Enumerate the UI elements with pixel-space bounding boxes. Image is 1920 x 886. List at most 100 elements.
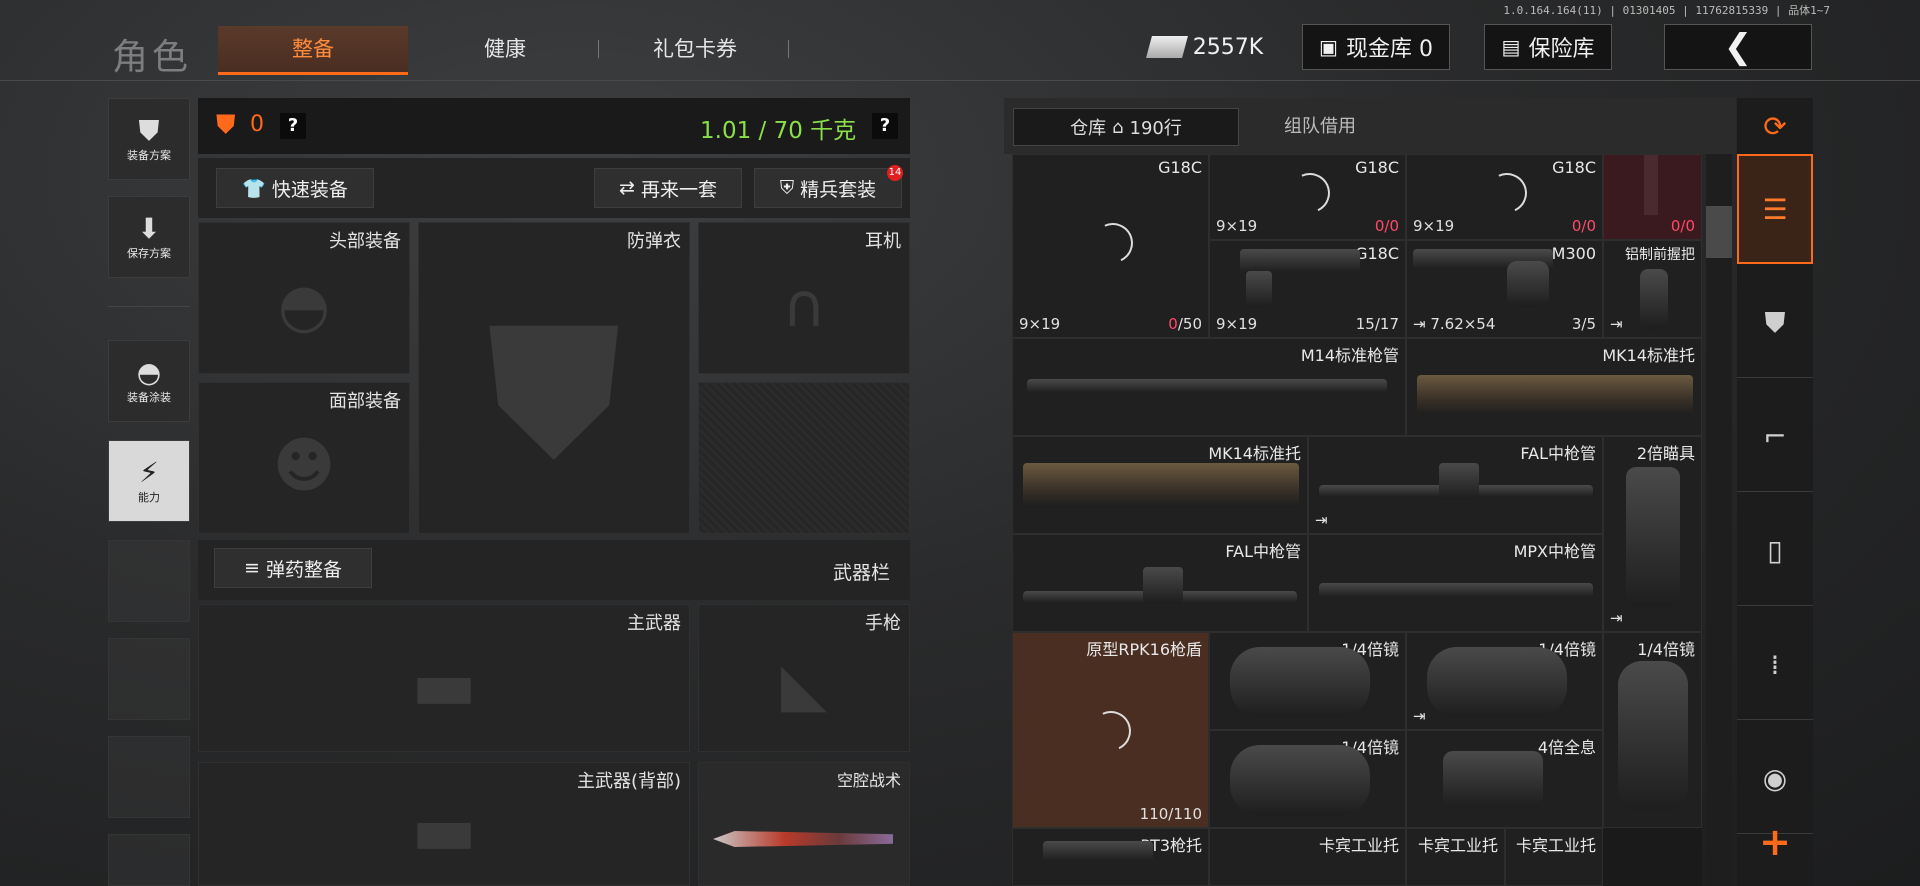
- pistol-label: 手枪: [865, 613, 901, 634]
- item-ammo: 0/0: [1374, 217, 1399, 235]
- loadout-plan-button[interactable]: ⛊ 装备方案: [108, 98, 190, 180]
- magazine-icon[interactable]: ▯: [1737, 496, 1813, 606]
- stash-item[interactable]: 1/4倍镜: [1209, 730, 1406, 828]
- stash-item[interactable]: M14标准枪管: [1012, 338, 1406, 436]
- stash-item[interactable]: G18C 9×19 0/0: [1209, 154, 1406, 240]
- stock-icon: [1043, 841, 1153, 861]
- loading-icon: [1085, 705, 1137, 757]
- scope-icon: [1230, 647, 1370, 717]
- stash-item[interactable]: 卡宾工业托: [1505, 828, 1603, 886]
- armor-icon[interactable]: ⛊: [1737, 268, 1813, 378]
- item-ammo: 0/0: [1670, 217, 1695, 235]
- tab-team-borrow[interactable]: 组队借用: [1240, 108, 1400, 146]
- stash-item[interactable]: 2倍瞄具 ⇥: [1603, 436, 1702, 632]
- vest-slot-label: 防弹衣: [627, 231, 681, 252]
- item-ammo: 0/50: [1168, 315, 1202, 333]
- ammo-prep-button[interactable]: ≡ 弹药整备: [214, 548, 372, 588]
- headset-placeholder-icon: ∩: [782, 270, 826, 341]
- stash-item[interactable]: G18C 9×19 0/0: [1406, 154, 1603, 240]
- help-icon[interactable]: ?: [280, 113, 306, 139]
- cash-vault-button[interactable]: ▣ 现金库 0: [1302, 24, 1450, 70]
- stash-item[interactable]: 卡宾工业托: [1406, 828, 1505, 886]
- save-plan-button[interactable]: ⬇ 保存方案: [108, 196, 190, 278]
- stash-item[interactable]: FAL中枪管: [1012, 534, 1308, 632]
- skin-button[interactable]: ◓ 装备涂装: [108, 340, 190, 422]
- barrel-icon: [1027, 379, 1387, 393]
- safe-button[interactable]: ▤ 保险库: [1484, 24, 1612, 70]
- item-name: FAL中枪管: [1520, 444, 1596, 463]
- stash-item[interactable]: 0/0: [1603, 154, 1702, 240]
- pistol-placeholder-icon: ◣: [780, 650, 828, 721]
- quick-equip-button[interactable]: 👕 快速装备: [216, 168, 374, 208]
- item-count: 15/17: [1355, 315, 1399, 333]
- save-plan-label: 保存方案: [127, 247, 171, 260]
- pistol-slot[interactable]: 手枪 ◣: [698, 604, 910, 752]
- item-name: G18C: [1355, 158, 1399, 177]
- add-button[interactable]: +: [1737, 812, 1813, 872]
- tab-divider: [788, 40, 789, 58]
- stash-item[interactable]: G18C 9×19 0/50: [1012, 154, 1209, 338]
- pistol-grip-icon: [1246, 271, 1272, 307]
- rifle-icon[interactable]: ⌐: [1737, 382, 1813, 492]
- stash-item[interactable]: 原型RPK16枪盾 110/110: [1012, 632, 1209, 828]
- back-weapon-slot[interactable]: 主武器(背部) ▬: [198, 762, 690, 886]
- handguard-icon: [1023, 463, 1299, 507]
- shirt-icon: 👕: [242, 177, 266, 200]
- ammo-icon[interactable]: ⁞: [1737, 610, 1813, 720]
- scope-icon: [1427, 647, 1567, 717]
- stash-item[interactable]: M300 ⇥ 7.62×54 3/5: [1406, 240, 1603, 338]
- item-caliber: 9×19: [1413, 217, 1455, 235]
- stash-item[interactable]: MK14标准托: [1012, 436, 1308, 534]
- scrollbar-thumb[interactable]: [1706, 206, 1732, 258]
- armor-icon: ⛊: [216, 110, 236, 140]
- item-name: G18C: [1552, 158, 1596, 177]
- tab-gift-cards[interactable]: 礼包卡券: [600, 26, 790, 72]
- stash-item[interactable]: 1/4倍镜: [1209, 632, 1406, 730]
- item-name: 铝制前握把: [1625, 247, 1695, 263]
- stash-item[interactable]: 铝制前握把 ⇥: [1603, 240, 1702, 338]
- pistol-icon: [1240, 249, 1360, 273]
- download-icon: ⬇: [137, 212, 161, 245]
- weapon-icon: [1644, 155, 1658, 215]
- header-divider: [0, 80, 1920, 81]
- tab-equip[interactable]: 整备: [218, 26, 408, 75]
- item-name: G18C: [1355, 244, 1399, 263]
- empty-slot: [108, 834, 190, 886]
- face-slot[interactable]: 面部装备 ☻: [198, 382, 410, 534]
- stash-item[interactable]: 1/4倍镜 ⇥: [1406, 632, 1603, 730]
- stash-item[interactable]: FAL中枪管 ⇥: [1308, 436, 1603, 534]
- grip-icon: [1640, 269, 1668, 329]
- head-slot[interactable]: 头部装备 ◓: [198, 222, 410, 374]
- stash-item[interactable]: MPX中枪管: [1308, 534, 1603, 632]
- help-icon[interactable]: ?: [872, 113, 898, 139]
- safe-label: 保险库: [1528, 37, 1595, 62]
- stash-scrollbar[interactable]: [1706, 154, 1732, 886]
- item-name: M14标准枪管: [1300, 346, 1399, 365]
- stash-item[interactable]: G18C 9×19 15/17: [1209, 240, 1406, 338]
- stash-item[interactable]: 1/4倍镜: [1603, 632, 1702, 828]
- back-button[interactable]: ❮: [1664, 24, 1812, 70]
- stash-item[interactable]: 卡宾工业托: [1209, 828, 1406, 886]
- vest-placeholder-icon: ⛊: [486, 288, 622, 497]
- item-name: 原型RPK16枪盾: [1086, 640, 1202, 659]
- stash-item[interactable]: 4倍全息: [1406, 730, 1603, 828]
- item-caliber: 9×19: [1216, 315, 1258, 333]
- elite-kit-button[interactable]: ⛨ 精兵套装: [754, 168, 902, 208]
- tab-warehouse[interactable]: 仓库 ⌂ 190行: [1013, 108, 1239, 146]
- lightning-icon: ⚡: [139, 456, 159, 489]
- primary-weapon-slot[interactable]: 主武器 ▬: [198, 604, 690, 752]
- tab-health[interactable]: 健康: [410, 26, 600, 72]
- page-title: 角色: [112, 37, 193, 78]
- ear-slot[interactable]: 耳机 ∩: [698, 222, 910, 374]
- reroll-button[interactable]: ⇄ 再来一套: [594, 168, 742, 208]
- stash-item[interactable]: PT3枪托: [1012, 828, 1209, 886]
- rifle-placeholder-icon: ▬: [410, 644, 478, 727]
- weight-value: 1.01 / 70 千克: [700, 118, 857, 144]
- melee-slot[interactable]: 空腔战术: [698, 762, 910, 886]
- item-name: MPX中枪管: [1513, 542, 1596, 561]
- stash-item[interactable]: MK14标准托: [1406, 338, 1702, 436]
- ability-button[interactable]: ⚡ 能力: [108, 440, 190, 522]
- vest-slot[interactable]: 防弹衣 ⛊: [418, 222, 690, 534]
- all-icon[interactable]: ☰: [1737, 154, 1813, 264]
- sort-icon[interactable]: ⟳: [1737, 98, 1813, 154]
